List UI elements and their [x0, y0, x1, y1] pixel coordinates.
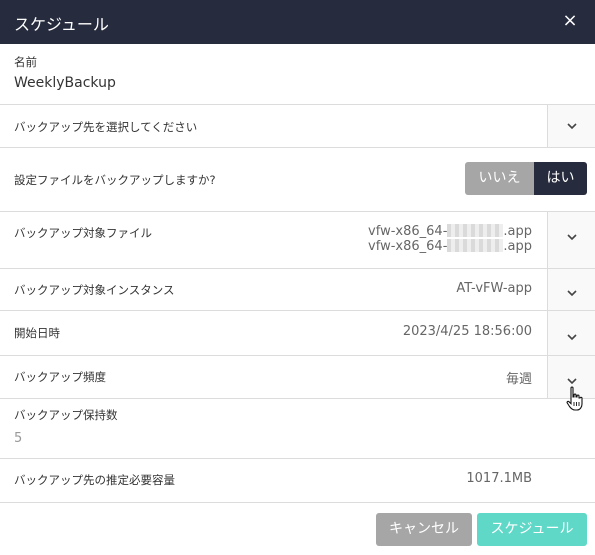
destination-placeholder: バックアップ先を選択してください [14, 120, 198, 134]
chevron-down-icon [567, 123, 577, 130]
target-instance-value: AT-vFW-app [456, 281, 532, 296]
chevron-down-icon [567, 290, 577, 297]
start-datetime-label: 開始日時 [14, 326, 60, 340]
divider [0, 355, 595, 356]
divider [0, 211, 595, 212]
chevron-down-icon [567, 234, 577, 241]
close-icon[interactable]: × [557, 8, 583, 34]
toggle-option-no[interactable]: いいえ [465, 162, 534, 195]
dialog-header: スケジュール × [0, 0, 595, 44]
target-instance-dropdown-button[interactable] [547, 269, 595, 310]
redacted-mask [447, 224, 504, 237]
dialog-title: スケジュール [14, 15, 109, 34]
divider [0, 398, 595, 399]
target-instance-label: バックアップ対象インスタンス [14, 283, 175, 297]
chevron-down-icon [567, 334, 577, 341]
retention-input[interactable]: 5 [14, 431, 22, 446]
name-label: 名前 [14, 55, 37, 69]
hand-cursor-icon [566, 386, 583, 411]
config-backup-label: 設定ファイルをバックアップしますか? [14, 173, 216, 187]
divider [0, 502, 595, 503]
divider [0, 268, 595, 269]
target-file-item: vfw-x86_64- .app [368, 224, 532, 239]
destination-select[interactable]: バックアップ先を選択してください [0, 105, 547, 147]
retention-label: バックアップ保持数 [14, 408, 118, 422]
frequency-value: 毎週 [505, 372, 532, 387]
divider [0, 147, 595, 148]
estimated-size-value: 1017.1MB [466, 471, 532, 486]
name-input[interactable]: WeeklyBackup [14, 75, 116, 91]
cancel-button[interactable]: キャンセル [376, 513, 472, 546]
target-file-item: vfw-x86_64- .app [368, 239, 532, 254]
frequency-label: バックアップ頻度 [14, 370, 106, 384]
schedule-button[interactable]: スケジュール [477, 513, 587, 546]
start-datetime-dropdown-button[interactable] [547, 311, 595, 355]
divider [0, 458, 595, 459]
toggle-option-yes[interactable]: はい [534, 162, 587, 195]
target-files-dropdown-button[interactable] [547, 212, 595, 268]
estimated-size-label: バックアップ先の推定必要容量 [14, 473, 175, 487]
target-files-label: バックアップ対象ファイル [14, 226, 152, 240]
divider [0, 310, 595, 311]
target-files-list: vfw-x86_64- .app vfw-x86_64- .app [368, 224, 532, 254]
config-backup-toggle[interactable]: いいえ はい [465, 162, 587, 195]
redacted-mask [447, 239, 504, 252]
start-datetime-value: 2023/4/25 18:56:00 [402, 324, 532, 339]
destination-dropdown-button[interactable] [547, 105, 595, 147]
